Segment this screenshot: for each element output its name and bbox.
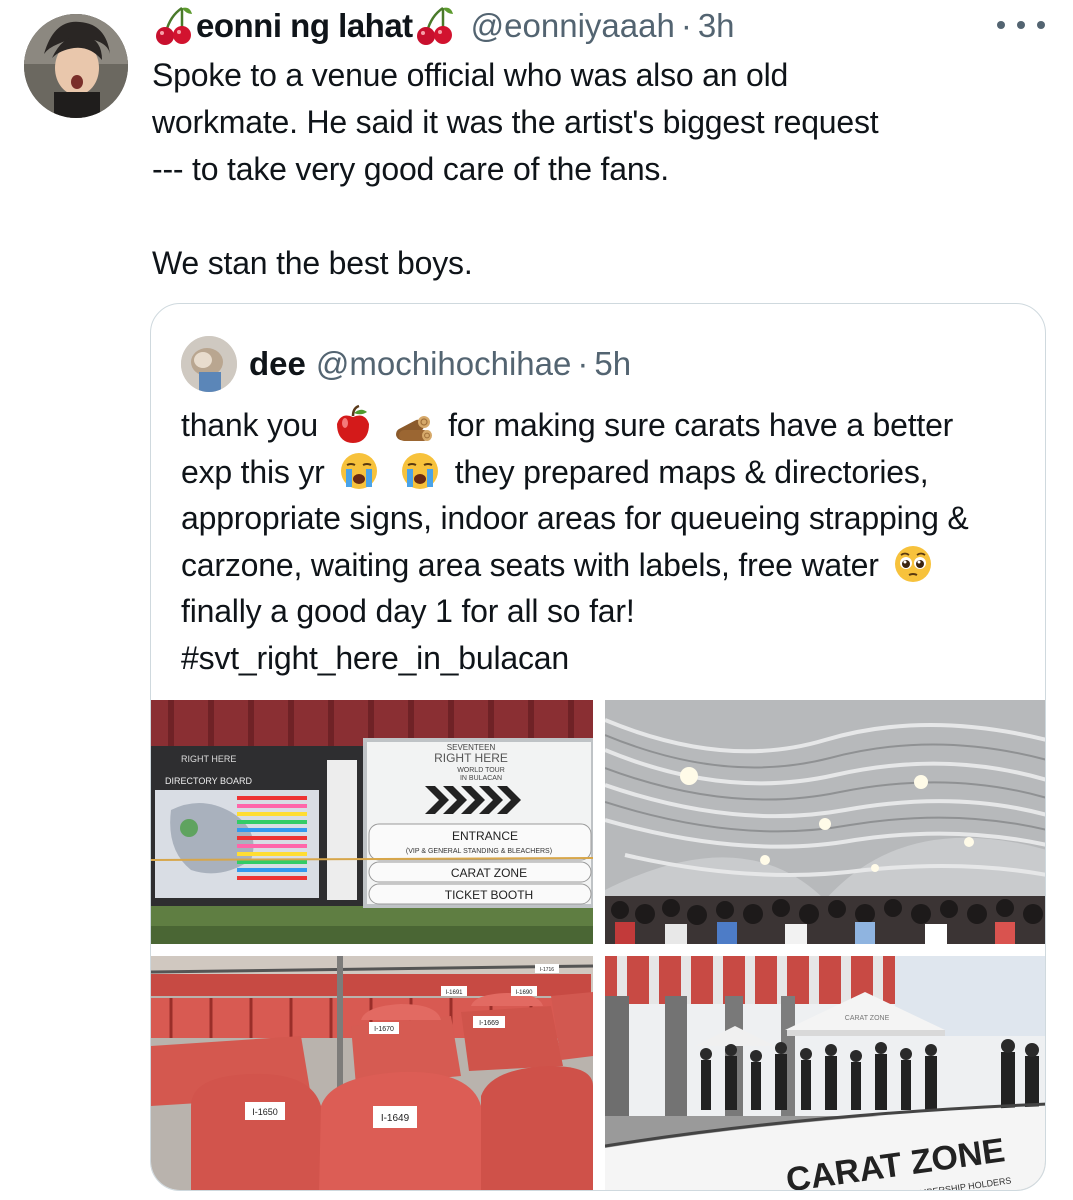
seat-label: I-1670: [374, 1026, 394, 1033]
separator-dot: ·: [577, 345, 589, 382]
sign-city: IN BULACAN: [460, 775, 502, 782]
quoted-tweet[interactable]: dee @mochihochihae · 5h thank you for ma…: [150, 303, 1046, 1191]
quoted-author-handle: @mochihochihae: [315, 345, 572, 382]
more-dot: [1017, 21, 1025, 29]
board-logo-text: RIGHT HERE: [181, 754, 236, 764]
seat-label: I-1716: [540, 967, 554, 973]
more-options-icon[interactable]: [997, 8, 1045, 42]
photo-directory-board[interactable]: RIGHT HERE DIRECTORY BOARD SEVENTEEN RIG…: [151, 700, 593, 944]
seat-label: I-1650: [252, 1107, 278, 1117]
quoted-author-name: dee: [249, 345, 306, 382]
author-name-text: eonni ng lahat: [196, 7, 413, 44]
tent-label: CARAT ZONE: [845, 1015, 890, 1022]
wood-icon: [396, 416, 433, 441]
crying-face-icon: [402, 452, 439, 489]
quoted-text-part: finally a good day 1 for all so far! #sv…: [181, 593, 635, 676]
crying-face-icon: [341, 452, 378, 489]
author-avatar[interactable]: [24, 14, 128, 118]
sign-entrance: ENTRANCE: [452, 829, 518, 843]
photo-carat-zone[interactable]: CARAT ZONE CARAT ZONE MEMBERSHIP HOLDERS: [605, 956, 1045, 1190]
directory-board-title: DIRECTORY BOARD: [165, 776, 253, 786]
sign-entrance-sub: (VIP & GENERAL STANDING & BLEACHERS): [406, 848, 552, 855]
more-dot: [1037, 21, 1045, 29]
apple-icon: [336, 404, 369, 443]
separator-dot: ·: [680, 7, 692, 44]
seat-label: I-1690: [515, 990, 533, 996]
seat-label: I-1669: [479, 1020, 499, 1027]
quoted-text-part: thank you: [181, 407, 318, 443]
author-name[interactable]: eonni ng lahat: [152, 4, 457, 48]
tweet-time[interactable]: 3h: [698, 7, 735, 45]
quoted-text: thank you for making sure carats have a …: [181, 402, 1011, 681]
pleading-face-icon: [895, 545, 932, 582]
quoted-avatar[interactable]: [181, 336, 237, 392]
photo-stadium-seats[interactable]: I-1650 I-1649 I-1670 I-1669 I-1691 I-169…: [151, 956, 593, 1190]
cherry-icon: [156, 6, 192, 45]
media-grid: RIGHT HERE DIRECTORY BOARD SEVENTEEN RIG…: [151, 700, 1045, 1190]
tweet-text: Spoke to a venue official who was also a…: [152, 57, 879, 281]
sign-tour: WORLD TOUR: [457, 767, 505, 774]
seat-label: I-1649: [381, 1113, 410, 1124]
cherry-icon: [416, 6, 453, 45]
seat-label: I-1691: [445, 990, 463, 996]
tweet-header: eonni ng lahat @eonniyaaah · 3h: [152, 6, 1033, 46]
author-handle[interactable]: @eonniyaaah: [471, 7, 675, 45]
sign-ticket-booth: TICKET BOOTH: [445, 888, 533, 902]
photo-tent-interior[interactable]: [605, 700, 1045, 944]
quoted-time: 5h: [594, 345, 632, 382]
sign-carat-zone: CARAT ZONE: [451, 866, 527, 880]
sign-logo: RIGHT HERE: [434, 751, 508, 765]
quoted-header: dee @mochihochihae · 5h: [181, 334, 631, 394]
more-dot: [997, 21, 1005, 29]
